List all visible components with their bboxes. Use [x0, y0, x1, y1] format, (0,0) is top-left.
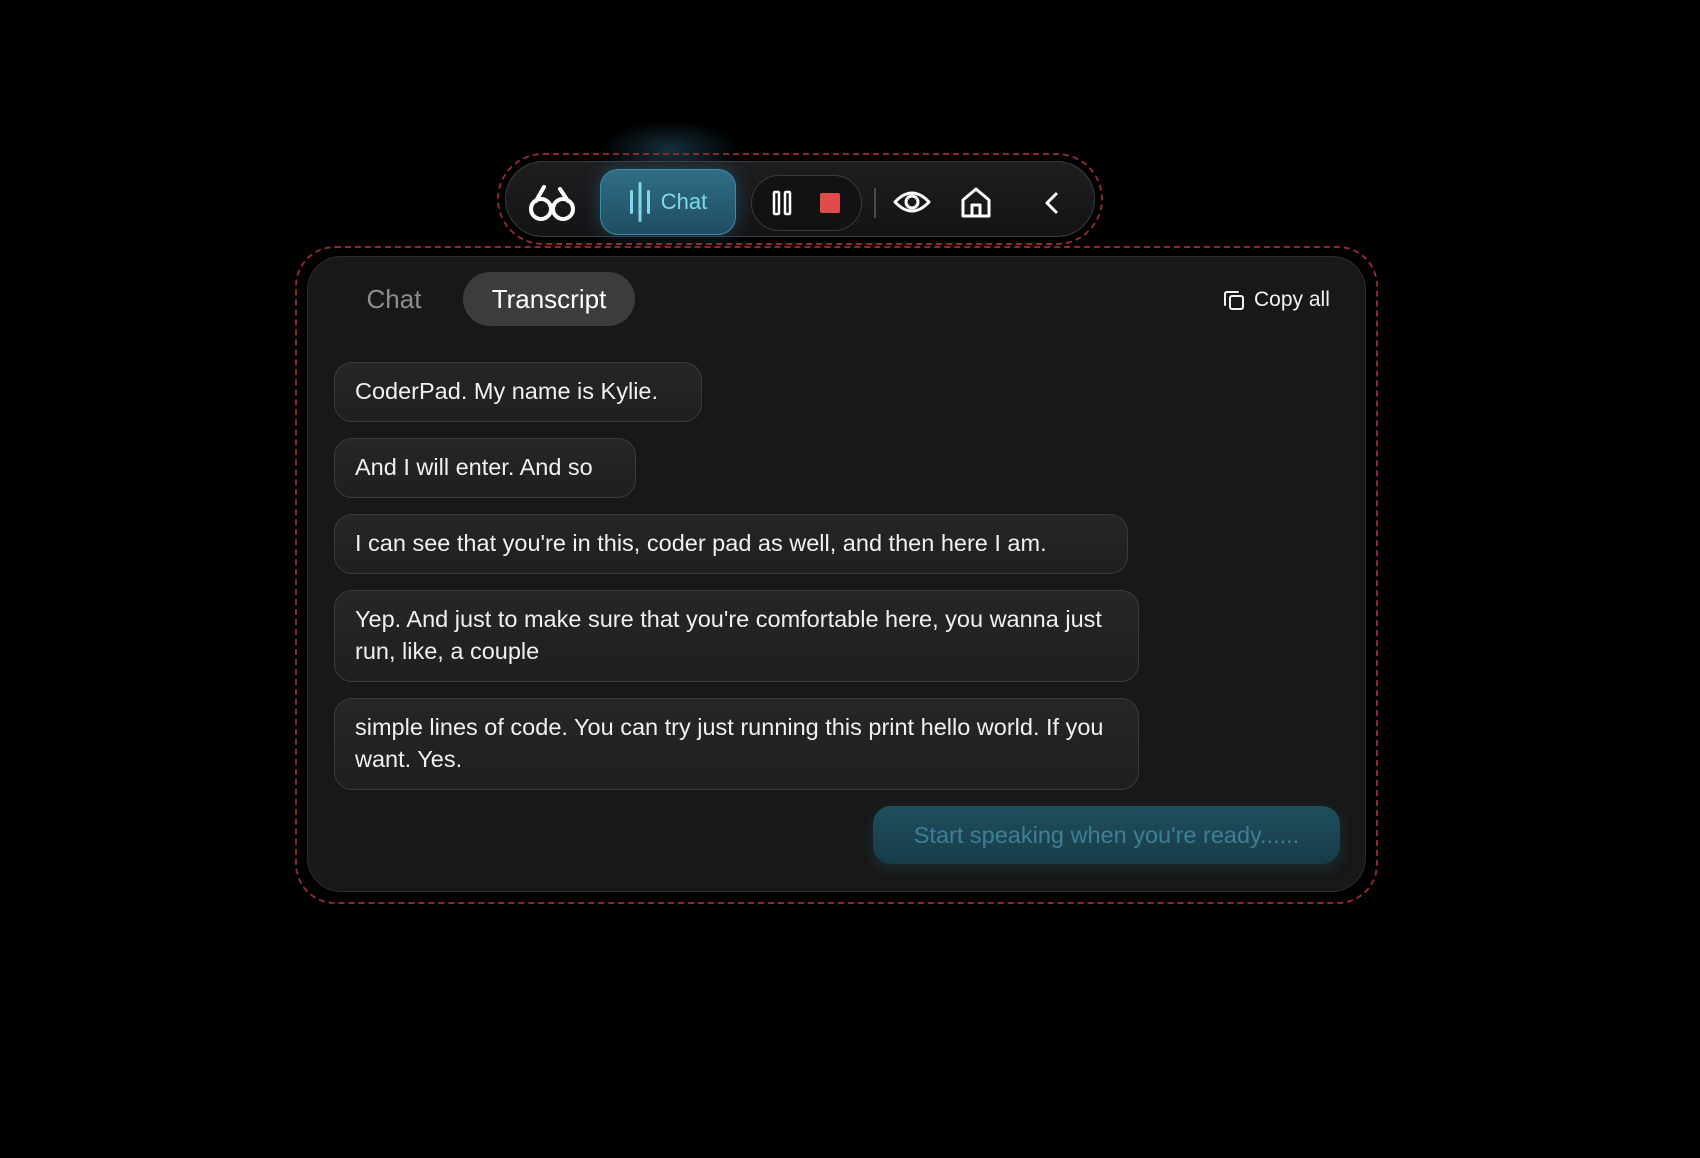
- chevron-left-icon[interactable]: [1040, 188, 1062, 218]
- copy-all-label: Copy all: [1254, 288, 1330, 311]
- eye-icon[interactable]: [893, 186, 931, 218]
- transcript-message: And I will enter. And so: [334, 438, 636, 498]
- tab-chat[interactable]: Chat: [350, 272, 438, 326]
- chat-mode-label: Chat: [660, 189, 708, 214]
- toolbar-divider: [874, 188, 876, 218]
- transcript-panel: [307, 256, 1366, 892]
- copy-icon: [1224, 291, 1244, 310]
- speak-prompt: Start speaking when you're ready......: [873, 806, 1340, 864]
- glasses-logo-icon[interactable]: [528, 178, 578, 228]
- transcript-message: Yep. And just to make sure that you're c…: [334, 590, 1139, 682]
- recording-controls: [751, 175, 862, 231]
- copy-all-button[interactable]: Copy all: [1222, 282, 1330, 318]
- transcript-message: I can see that you're in this, coder pad…: [334, 514, 1128, 574]
- pause-icon[interactable]: [771, 190, 793, 216]
- audio-bars-icon: [629, 182, 650, 222]
- transcript-message: CoderPad. My name is Kylie.: [334, 362, 702, 422]
- transcript-message: simple lines of code. You can try just r…: [334, 698, 1139, 790]
- stop-icon[interactable]: [820, 193, 840, 213]
- tab-transcript[interactable]: Transcript: [463, 272, 635, 326]
- chat-mode-button[interactable]: Chat: [600, 169, 736, 235]
- home-icon[interactable]: [959, 185, 993, 219]
